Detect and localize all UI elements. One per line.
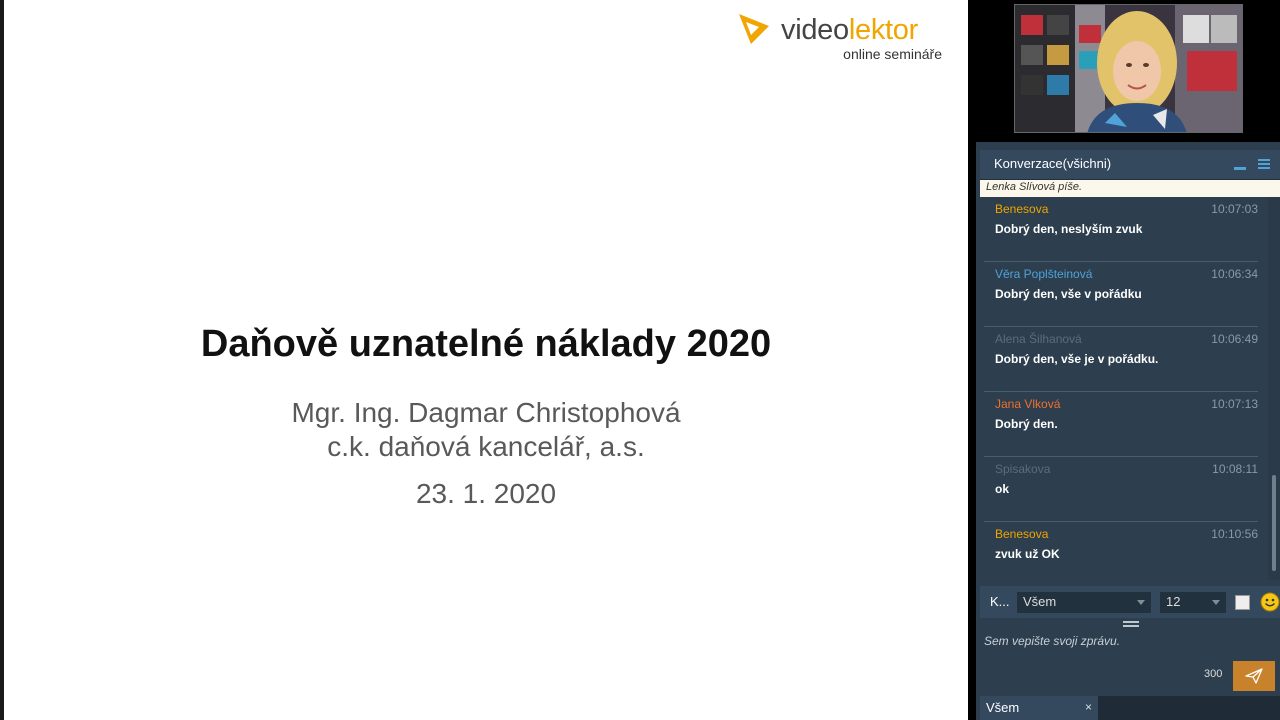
message-text: ok: [995, 482, 1010, 496]
recipient-label: K...: [990, 594, 1010, 609]
logo-wordmark: videolektor: [781, 14, 918, 47]
chat-header: Konverzace(všichni): [980, 150, 1280, 180]
chat-title: Konverzace(všichni): [994, 156, 1112, 171]
font-size-select[interactable]: 12: [1160, 592, 1226, 613]
logo-tagline: online semináře: [843, 46, 942, 62]
message-text: Dobrý den.: [995, 417, 1058, 431]
message-time: 10:10:56: [1211, 527, 1258, 541]
recipient-select[interactable]: Všem: [1017, 592, 1151, 613]
menu-icon[interactable]: [1258, 158, 1270, 170]
chat-message: Alena Šilhanová 10:06:49 Dobrý den, vše …: [984, 327, 1258, 392]
chat-message: Spisakova 10:08:11 ok: [984, 457, 1258, 522]
message-author: Alena Šilhanová: [995, 332, 1082, 346]
chat-message: Benesova 10:10:56 zvuk už OK: [984, 522, 1258, 580]
chat-scrollbar[interactable]: [1268, 197, 1280, 580]
message-time: 10:07:13: [1211, 397, 1258, 411]
chat-message: Věra Poplšteinová 10:06:34 Dobrý den, vš…: [984, 262, 1258, 327]
play-logo-icon: [739, 14, 769, 44]
slide-author-company: c.k. daňová kancelář, a.s.: [327, 431, 645, 462]
chat-message: Benesova 10:07:03 Dobrý den, neslyším zv…: [984, 197, 1258, 262]
typing-indicator: Lenka Slívová píše.: [980, 180, 1280, 197]
chat-tab-bar: Všem ×: [980, 696, 1280, 720]
logo-word-video: video: [781, 14, 849, 46]
message-text: Dobrý den, neslyším zvuk: [995, 222, 1143, 236]
tab-all-label: Všem: [986, 700, 1020, 715]
char-counter: 300: [1204, 668, 1223, 680]
message-author: Benesova: [995, 202, 1049, 216]
dropdown-caret-icon: [1212, 600, 1220, 605]
side-panel: Konverzace(všichni) Lenka Slívová píše. …: [976, 0, 1280, 720]
chat-message: Jana Vlková 10:07:13 Dobrý den.: [984, 392, 1258, 457]
message-time: 10:06:34: [1211, 267, 1258, 281]
presenter-webcam-video[interactable]: [1014, 4, 1243, 133]
slide-author: Mgr. Ing. Dagmar Christophová c.k. daňov…: [4, 396, 968, 464]
dropdown-caret-icon: [1137, 600, 1145, 605]
message-author: Benesova: [995, 527, 1049, 541]
recipient-select-value: Všem: [1023, 594, 1057, 609]
resize-splitter[interactable]: [980, 618, 1280, 630]
message-time: 10:07:03: [1211, 202, 1258, 216]
chat-message-list[interactable]: Benesova 10:07:03 Dobrý den, neslyším zv…: [980, 197, 1266, 580]
font-size-select-value: 12: [1166, 594, 1181, 609]
message-compose: 300: [980, 630, 1280, 694]
option-checkbox[interactable]: [1235, 595, 1250, 610]
close-icon[interactable]: ×: [1085, 700, 1092, 714]
message-time: 10:08:11: [1212, 462, 1258, 476]
presentation-slide: videolektor online semináře Daňově uznat…: [0, 0, 968, 720]
slide-title: Daňově uznatelné náklady 2020: [200, 323, 772, 365]
message-text: zvuk už OK: [995, 547, 1060, 561]
message-text: Dobrý den, vše je v pořádku.: [995, 352, 1159, 366]
message-text: Dobrý den, vše v pořádku: [995, 287, 1142, 301]
send-icon: [1245, 668, 1263, 684]
webcam-area: [976, 0, 1280, 142]
minimize-icon[interactable]: [1234, 158, 1246, 172]
message-time: 10:06:49: [1211, 332, 1258, 346]
slide-date: 23. 1. 2020: [415, 478, 557, 509]
webcam-image: [1015, 5, 1242, 132]
scrollbar-thumb[interactable]: [1272, 475, 1276, 571]
smiley-icon[interactable]: [1260, 592, 1280, 612]
slide-author-name: Mgr. Ing. Dagmar Christophová: [291, 397, 681, 428]
app-window: videolektor online semináře Daňově uznat…: [0, 0, 1280, 720]
message-author: Věra Poplšteinová: [995, 267, 1093, 281]
send-button[interactable]: [1233, 661, 1275, 691]
logo-word-lektor: lektor: [848, 14, 918, 46]
message-author: Jana Vlková: [995, 397, 1061, 411]
chat-controls: K... Všem 12: [980, 586, 1280, 618]
message-author: Spisakova: [995, 462, 1051, 476]
splitter-grip-icon: [1123, 621, 1139, 627]
tab-all[interactable]: Všem ×: [980, 696, 1098, 720]
videolektor-logo: videolektor online semináře: [737, 10, 942, 66]
